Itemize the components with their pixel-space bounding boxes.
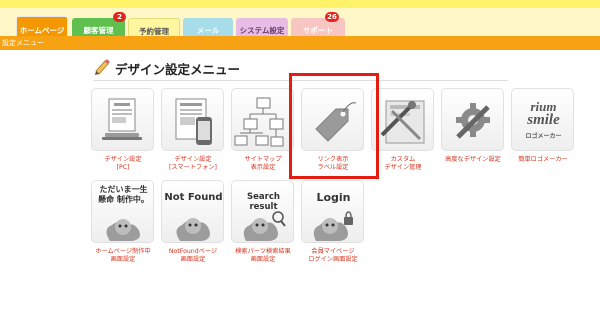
login-icon: Login	[302, 181, 363, 242]
support-notification-badge: 26	[325, 12, 339, 22]
highlight-box	[289, 73, 379, 179]
customer-notification-badge: 2	[113, 12, 126, 22]
pc-design-icon	[102, 98, 142, 140]
menu-tile-member-login[interactable]: Login	[301, 180, 364, 243]
top-strip	[0, 0, 600, 8]
menu-caption-under-construction[interactable]: ホームページ制作中 画面設定	[88, 248, 158, 264]
menu-tile-sitemap[interactable]	[231, 88, 294, 151]
main-nav: ホームページ 顧客管理 2 予約管理 メール システム設定 サポート 26	[0, 8, 600, 44]
not-found-icon: Not Found	[162, 181, 223, 242]
menu-tile-under-construction[interactable]: ただいま一生懸命 制作中。	[91, 180, 154, 243]
menu-tile-custom-design[interactable]	[371, 88, 434, 151]
menu-tile-search-result[interactable]: Search result	[231, 180, 294, 243]
menu-tile-not-found[interactable]: Not Found	[161, 180, 224, 243]
menu-caption-pc-design[interactable]: デザイン設定 [PC]	[88, 156, 158, 172]
custom-design-icon	[380, 100, 425, 144]
smartphone-design-icon	[175, 98, 212, 145]
menu-caption-sitemap[interactable]: サイトマップ 表示設定	[228, 156, 298, 172]
under-construction-icon: ただいま一生懸命 制作中。	[92, 181, 153, 242]
logo-maker-icon: rium smile ロゴメーカー	[525, 99, 562, 140]
menu-tile-logo-maker[interactable]: rium smile ロゴメーカー	[511, 88, 574, 151]
search-result-icon: Search result	[232, 181, 293, 242]
gear-wrench-icon	[456, 103, 490, 139]
breadcrumb: 設定メニュー	[0, 36, 600, 50]
menu-tile-pc-design[interactable]	[91, 88, 154, 151]
menu-tile-smartphone-design[interactable]	[161, 88, 224, 151]
menu-tile-advanced-design[interactable]	[441, 88, 504, 151]
menu-caption-member-login[interactable]: 会員マイページ ログイン画面設定	[298, 248, 368, 264]
sitemap-icon	[234, 97, 284, 147]
pencil-icon	[95, 59, 110, 75]
menu-caption-advanced-design[interactable]: 高度なデザイン設定	[438, 156, 508, 164]
menu-caption-not-found[interactable]: NotFoundページ 画面設定	[158, 248, 228, 264]
menu-caption-logo-maker[interactable]: 簡単ロゴメーカー	[508, 156, 578, 164]
page-title: デザイン設定メニュー	[115, 62, 241, 77]
menu-caption-smartphone-design[interactable]: デザイン設定 [スマートフォン]	[158, 156, 228, 172]
menu-caption-search-result[interactable]: 検索パーツ検索結果 画面設定	[228, 248, 298, 264]
